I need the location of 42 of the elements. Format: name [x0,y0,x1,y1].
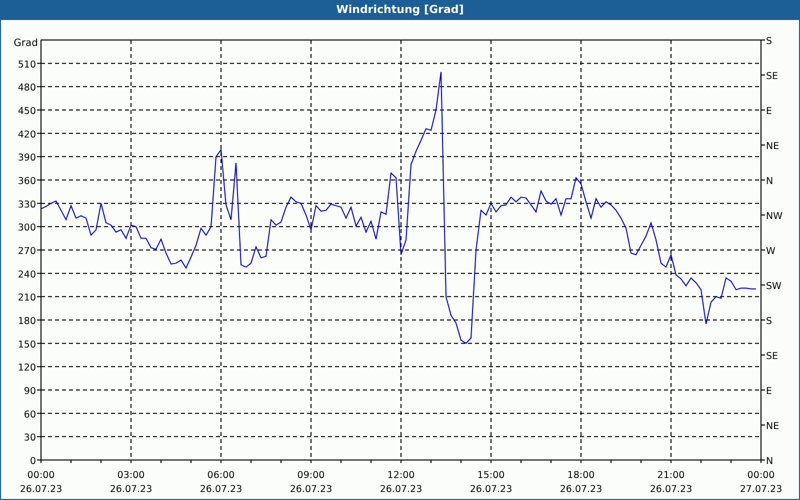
y-tick-label: 390 [18,152,36,164]
y-tick-label: 90 [24,386,36,397]
compass-label: NE [766,141,780,152]
y-tick-label: 450 [18,106,36,117]
y-tick-label: 120 [18,362,36,374]
window-title: Windrichtung [Grad] [335,2,465,18]
compass-label: SE [766,351,778,362]
compass-label: N [766,456,774,467]
x-tick-label: 00:00 27.07.23 [740,470,782,495]
compass-label: SE [766,71,778,82]
x-tick-label: 15:00 26.07.23 [470,470,512,495]
y-tick-label: 150 [18,339,36,350]
y-tick-label: 0 [30,456,36,467]
y-tick-label: 480 [18,82,36,94]
y-tick-label: 360 [18,176,36,187]
x-tick-label: 06:00 26.07.23 [200,470,242,495]
x-tick-label: 00:00 26.07.23 [20,470,62,495]
y-tick-label: 180 [18,316,36,327]
y-axis-title: Grad [14,38,38,49]
y-tick-label: 330 [18,199,36,210]
y-tick-label: 300 [18,222,36,234]
x-tick-label: 21:00 26.07.23 [650,470,692,495]
y-tick-label: 210 [18,292,36,304]
compass-label: SW [766,281,782,292]
compass-label: NW [766,211,782,222]
y-tick-label: 30 [24,432,36,444]
x-tick-label: 18:00 26.07.23 [560,470,602,495]
y-tick-label: 240 [18,269,36,280]
x-tick-label: 03:00 26.07.23 [110,470,152,495]
compass-label: W [766,246,776,257]
y-tick-label: 60 [24,409,36,420]
y-tick-label: 510 [18,59,36,70]
compass-label: NE [766,421,780,432]
compass-label: S [766,316,772,327]
compass-label: N [766,176,774,187]
compass-label: E [766,386,772,397]
x-tick-label: 09:00 26.07.23 [290,470,332,495]
compass-label: S [766,36,772,47]
y-tick-label: 420 [18,129,36,140]
x-tick-label: 12:00 26.07.23 [380,470,422,495]
compass-label: E [766,106,772,117]
y-tick-label: 270 [18,246,36,257]
